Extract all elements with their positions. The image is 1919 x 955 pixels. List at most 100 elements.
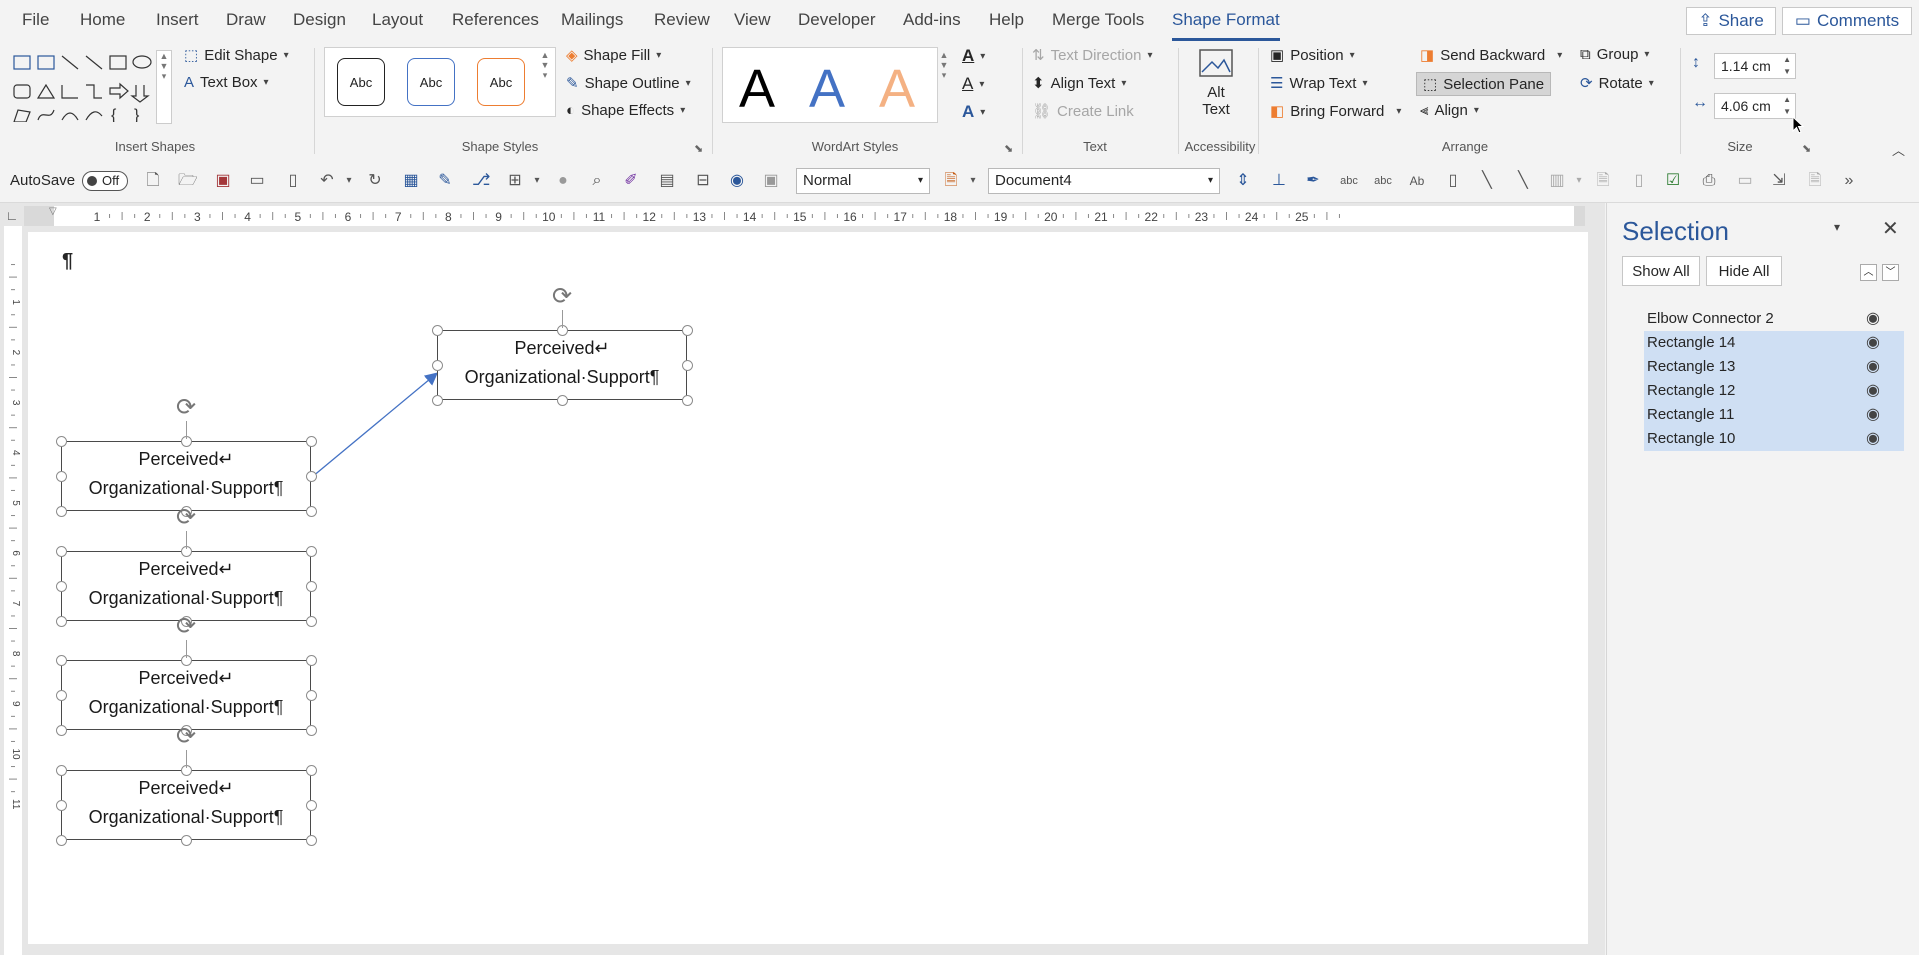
selection-item[interactable]: Rectangle 11 ◉ [1644, 403, 1904, 427]
resize-handle[interactable] [431, 324, 443, 336]
page-layout-icon[interactable]: ▯ [1630, 172, 1648, 190]
selection-item[interactable]: Rectangle 13 ◉ [1644, 355, 1904, 379]
resize-handle[interactable] [305, 834, 317, 846]
visibility-eye-icon[interactable]: ◉ [1866, 307, 1880, 331]
export-icon[interactable]: ⇲ [1770, 172, 1788, 190]
resize-handle[interactable] [55, 689, 67, 701]
more-commands-icon[interactable]: » [1840, 172, 1858, 190]
visibility-eye-icon[interactable]: ◉ [1866, 403, 1880, 427]
selection-pane-title: Selection [1622, 216, 1729, 246]
rotate-handle-icon[interactable]: ⟳ [174, 396, 198, 420]
dialog-launcher-icon[interactable]: ⬊ [1802, 142, 1811, 155]
share-document-icon[interactable]: 🗎 [1806, 172, 1824, 190]
show-all-button[interactable]: Show All [1622, 256, 1700, 286]
resize-handle[interactable] [55, 834, 67, 846]
resize-handle[interactable] [431, 394, 443, 406]
visibility-eye-icon[interactable]: ◉ [1866, 379, 1880, 403]
resize-handle[interactable] [305, 689, 317, 701]
spelling-icon[interactable]: abc [1340, 172, 1358, 190]
rotate-handle-icon[interactable]: ⟳ [174, 506, 198, 530]
resize-handle[interactable] [305, 654, 317, 666]
rotate-handle-icon[interactable]: ⟳ [550, 285, 574, 309]
document-settings-icon[interactable]: 🗎 [1594, 172, 1612, 190]
resize-handle[interactable] [55, 799, 67, 811]
resize-handle[interactable] [305, 505, 317, 517]
line-icon[interactable]: ╲ [1478, 172, 1496, 190]
rotate-icon: ⟳ [1580, 75, 1593, 92]
bring-forward-arrow-icon[interactable]: ︿ [1860, 264, 1877, 281]
pane-options-icon[interactable]: ▾ [1834, 220, 1840, 234]
resize-handle[interactable] [305, 470, 317, 482]
resize-handle[interactable] [305, 580, 317, 592]
spinner-arrows-icon[interactable]: ▲ ▼ [1783, 94, 1791, 118]
chart-dropdown-icon[interactable]: ▾ [1570, 172, 1588, 190]
group-button[interactable]: ⧉ Group ▾ [1580, 46, 1649, 63]
resize-handle[interactable] [55, 435, 67, 447]
resize-handle[interactable] [431, 359, 443, 371]
print-icon[interactable]: ⎙ [1700, 172, 1718, 190]
resize-handle[interactable] [55, 470, 67, 482]
resize-handle[interactable] [55, 615, 67, 627]
send-backward-button[interactable]: ◨ Send Backward ▾ [1420, 46, 1562, 65]
shape-text-line: Perceived↵ [138, 778, 234, 798]
rotation-stem [562, 310, 563, 328]
resize-handle[interactable] [55, 724, 67, 736]
rectangle-12[interactable]: Perceived↵ Organizational·Support¶ [61, 551, 311, 621]
visibility-eye-icon[interactable]: ◉ [1866, 427, 1880, 451]
resize-handle[interactable] [305, 615, 317, 627]
selection-item[interactable]: Rectangle 14 ◉ [1644, 331, 1904, 355]
resize-handle[interactable] [55, 764, 67, 776]
chart-icon[interactable]: ▥ [1548, 172, 1566, 190]
rotation-stem [186, 421, 187, 439]
resize-handle[interactable] [55, 580, 67, 592]
shape-height-icon: ↕ [1692, 54, 1700, 71]
resize-handle[interactable] [305, 545, 317, 557]
shape-height-input[interactable]: 1.14 cm ▲ ▼ [1714, 53, 1796, 79]
resize-handle[interactable] [55, 545, 67, 557]
rotate-button[interactable]: ⟳ Rotate ▾ [1580, 74, 1654, 93]
resize-handle[interactable] [681, 394, 693, 406]
resize-handle[interactable] [681, 324, 693, 336]
pen-icon[interactable]: ✒ [1304, 172, 1322, 190]
shape-width-input[interactable]: 4.06 cm ▲ ▼ [1714, 93, 1796, 119]
selection-item[interactable]: Rectangle 12 ◉ [1644, 379, 1904, 403]
resize-handle[interactable] [55, 654, 67, 666]
check-document-icon[interactable]: ☑ [1664, 172, 1682, 190]
spinner-arrows-icon[interactable]: ▲ ▼ [1783, 54, 1791, 78]
align-icon: ⫷ [1420, 102, 1429, 119]
comments-button[interactable]: ▭ Comments [1782, 7, 1912, 35]
presentation-icon[interactable]: ▭ [1736, 172, 1754, 190]
strikethrough-icon[interactable]: Ab [1408, 172, 1426, 190]
resize-handle[interactable] [55, 505, 67, 517]
selection-pane-button[interactable]: ⬚ Selection Pane [1416, 72, 1552, 96]
shape-text-line: Organizational·Support¶ [88, 478, 284, 498]
resize-handle[interactable] [681, 359, 693, 371]
selection-item[interactable]: Elbow Connector 2 ◉ [1644, 307, 1904, 331]
send-backward-arrow-icon[interactable]: ﹀ [1882, 264, 1899, 281]
share-button[interactable]: ⇪ Share [1686, 7, 1776, 35]
resize-handle[interactable] [180, 834, 192, 846]
resize-handle[interactable] [305, 799, 317, 811]
collapse-ribbon-icon[interactable]: ︿ [1892, 140, 1905, 159]
grammar-icon[interactable]: abc [1374, 172, 1392, 190]
selection-item[interactable]: Rectangle 10 ◉ [1644, 427, 1904, 451]
rectangle-11[interactable]: Perceived↵ Organizational·Support¶ [61, 660, 311, 730]
rotate-handle-icon[interactable]: ⟳ [174, 615, 198, 639]
resize-handle[interactable] [305, 764, 317, 776]
textbox-icon[interactable]: ▯ [1444, 172, 1462, 190]
resize-handle[interactable] [305, 435, 317, 447]
resize-handle[interactable] [556, 394, 568, 406]
align-button[interactable]: ⫷ Align ▾ [1420, 102, 1479, 119]
visibility-eye-icon[interactable]: ◉ [1866, 331, 1880, 355]
rotate-handle-icon[interactable]: ⟳ [174, 725, 198, 749]
rectangle-13[interactable]: Perceived↵ Organizational·Support¶ [61, 441, 311, 511]
hide-all-button[interactable]: Hide All [1706, 256, 1782, 286]
resize-handle[interactable] [305, 724, 317, 736]
mouse-cursor-icon [1792, 116, 1805, 134]
rectangle-10[interactable]: Perceived↵ Organizational·Support¶ [61, 770, 311, 840]
close-icon[interactable]: ✕ [1882, 216, 1899, 241]
rectangle-14[interactable]: Perceived↵ Organizational·Support¶ [437, 330, 687, 400]
visibility-eye-icon[interactable]: ◉ [1866, 355, 1880, 379]
diagonal-line-icon[interactable]: ╲ [1514, 172, 1532, 190]
selection-item-label: Rectangle 11 [1647, 406, 1735, 423]
